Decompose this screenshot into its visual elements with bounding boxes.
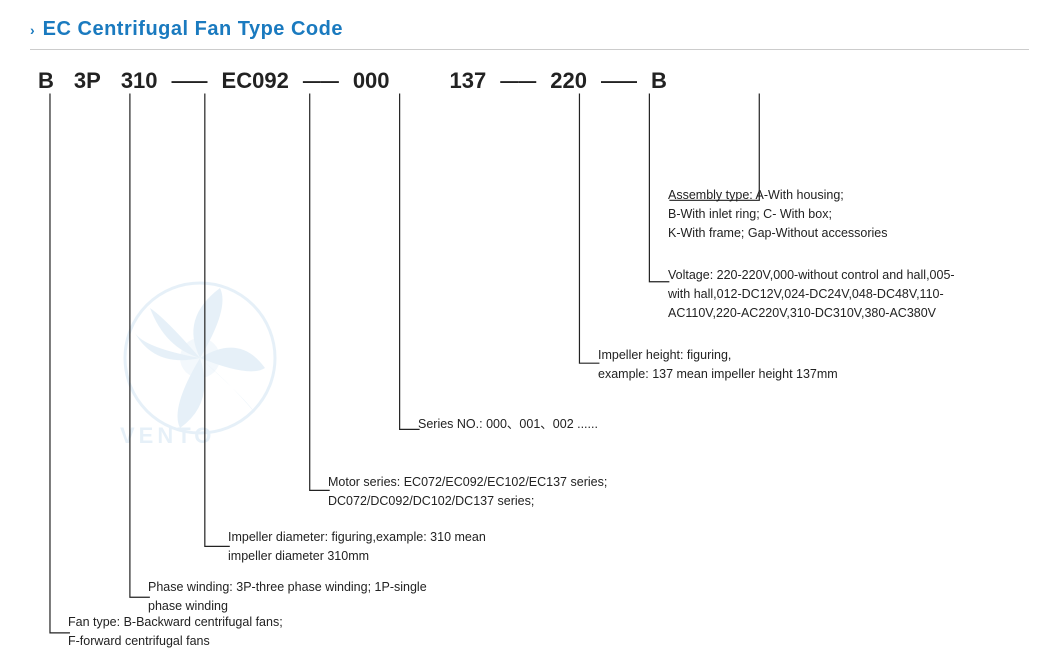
label-motor: Motor series: EC072/EC092/EC102/EC137 se… [328, 473, 607, 511]
code-B: B [38, 68, 54, 94]
chevron-icon: › [30, 22, 35, 38]
diagram-area: B 3P 310 —— EC092 —— 000 137 —— 220 —— B [30, 68, 1029, 638]
code-220: 220 [550, 68, 587, 94]
label-voltage: Voltage: 220-220V,000-without control an… [668, 266, 955, 322]
code-dash-5: —— [486, 71, 550, 92]
label-phase: Phase winding: 3P-three phase winding; 1… [148, 578, 427, 616]
watermark: VENTO [90, 268, 310, 451]
code-B2: B [651, 68, 667, 94]
code-3P: 3P [74, 68, 101, 94]
svg-text:VENTO: VENTO [120, 423, 215, 448]
code-dash-3: —— [158, 71, 222, 92]
code-310: 310 [121, 68, 158, 94]
connector-lines [30, 68, 1029, 638]
label-assembly: Assembly type: A-With housing; B-With in… [668, 186, 888, 242]
code-EC092: EC092 [222, 68, 289, 94]
code-dash-6: —— [587, 71, 651, 92]
code-000: 000 [353, 68, 390, 94]
code-137: 137 [450, 68, 487, 94]
page-title: EC Centrifugal Fan Type Code [43, 18, 343, 41]
label-impeller-height: Impeller height: figuring, example: 137 … [598, 346, 838, 384]
title-row: › EC Centrifugal Fan Type Code [30, 18, 1029, 50]
page: › EC Centrifugal Fan Type Code B 3P 310 … [0, 0, 1059, 668]
label-series: Series NO.: 000、001、002 ...... [418, 415, 598, 434]
code-dash-4: —— [289, 71, 353, 92]
label-fan-type: Fan type: B-Backward centrifugal fans; F… [68, 613, 283, 651]
label-impeller-diameter: Impeller diameter: figuring,example: 310… [228, 528, 486, 566]
